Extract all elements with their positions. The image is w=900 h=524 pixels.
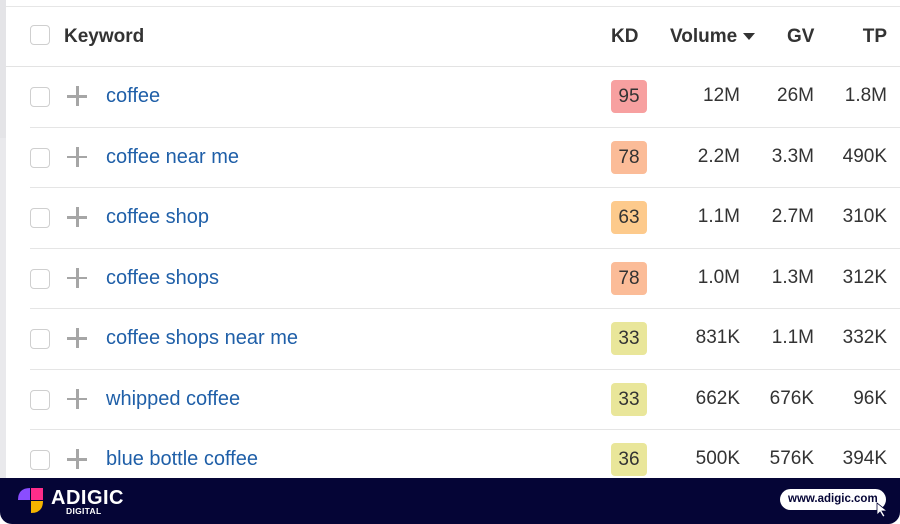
brand-subtitle: DIGITAL <box>66 506 102 516</box>
volume-value: 831K <box>695 327 740 348</box>
tp-value: 96K <box>853 387 887 409</box>
kd-badge: 95 <box>611 80 647 113</box>
top-divider <box>6 0 900 7</box>
website-url[interactable]: www.adigic.com <box>780 489 886 510</box>
add-to-list-icon[interactable] <box>66 146 88 168</box>
keyword-link[interactable]: coffee shops near me <box>106 327 298 350</box>
table-row: whipped coffee 33 662K 676K 96K <box>6 370 900 431</box>
brand-footer: ADIGIC DIGITAL www.adigic.com <box>0 478 900 524</box>
keyword-link[interactable]: coffee shops <box>106 267 219 290</box>
keyword-link[interactable]: coffee <box>106 85 160 108</box>
row-checkbox[interactable] <box>30 268 50 289</box>
tp-value: 332K <box>842 327 887 348</box>
add-to-list-icon[interactable] <box>66 85 88 107</box>
keywords-table: Keyword KD Volume GV TP coffee 95 12M 26M 1.… <box>6 7 900 491</box>
select-all-checkbox[interactable] <box>30 25 50 45</box>
row-checkbox[interactable] <box>30 329 50 349</box>
kd-badge: 78 <box>611 140 647 174</box>
keyword-link[interactable]: whipped coffee <box>106 388 240 411</box>
add-to-list-icon[interactable] <box>66 267 88 289</box>
header-volume-label: Volume <box>670 26 738 47</box>
tp-value: 312K <box>842 266 887 288</box>
add-to-list-icon[interactable] <box>66 448 88 470</box>
header-volume[interactable]: Volume <box>670 26 756 48</box>
keyword-link[interactable]: blue bottle coffee <box>106 448 258 471</box>
keyword-link[interactable]: coffee near me <box>106 146 239 169</box>
kd-badge: 33 <box>611 382 647 416</box>
gv-value: 1.3M <box>771 266 814 288</box>
row-checkbox[interactable] <box>30 147 50 168</box>
sort-descending-icon <box>743 33 756 41</box>
gv-value: 676K <box>769 387 814 409</box>
table-row: coffee 95 12M 26M 1.8M <box>6 67 900 128</box>
tp-value: 394K <box>842 448 887 469</box>
kd-badge: 78 <box>611 261 647 295</box>
table-row: coffee near me 78 2.2M 3.3M 490K <box>6 128 900 189</box>
row-checkbox[interactable] <box>30 87 50 107</box>
tp-value: 310K <box>842 206 887 227</box>
gv-value: 576K <box>769 448 814 469</box>
row-checkbox[interactable] <box>30 389 50 410</box>
add-to-list-icon[interactable] <box>66 388 88 410</box>
add-to-list-icon[interactable] <box>66 206 88 228</box>
gv-value: 26M <box>777 85 814 106</box>
gv-value: 2.7M <box>771 206 814 227</box>
screenshot-frame: Keyword KD Volume GV TP coffee 95 12M 26M 1.… <box>0 0 900 524</box>
tp-value: 1.8M <box>844 85 887 106</box>
keyword-link[interactable]: coffee shop <box>106 206 209 229</box>
volume-value: 500K <box>695 448 740 469</box>
volume-value: 1.0M <box>697 266 740 288</box>
volume-value: 662K <box>695 387 740 409</box>
kd-badge: 63 <box>611 201 647 234</box>
table-header: Keyword KD Volume GV TP <box>6 7 900 67</box>
add-to-list-icon[interactable] <box>66 327 88 349</box>
header-kd[interactable]: KD <box>611 26 638 48</box>
gv-value: 3.3M <box>771 145 814 167</box>
table-row: coffee shops near me 33 831K 1.1M 332K <box>6 309 900 370</box>
tp-value: 490K <box>842 145 887 167</box>
row-checkbox[interactable] <box>30 450 50 470</box>
header-keyword[interactable]: Keyword <box>64 26 144 48</box>
volume-value: 2.2M <box>697 145 740 167</box>
gv-value: 1.1M <box>771 327 814 348</box>
table-body: coffee 95 12M 26M 1.8M coffee near me 78 2.2M 3.… <box>6 67 900 491</box>
table-row: coffee shop 63 1.1M 2.7M 310K <box>6 188 900 249</box>
kd-badge: 33 <box>611 322 647 355</box>
volume-value: 12M <box>703 85 740 106</box>
table-row: coffee shops 78 1.0M 1.3M 312K <box>6 249 900 310</box>
volume-value: 1.1M <box>697 206 740 227</box>
mouse-cursor-icon <box>876 502 889 518</box>
adigic-logo-icon <box>18 488 43 513</box>
kd-badge: 36 <box>611 443 647 476</box>
header-gv[interactable]: GV <box>787 26 814 48</box>
header-tp[interactable]: TP <box>863 26 887 48</box>
row-checkbox[interactable] <box>30 208 50 228</box>
